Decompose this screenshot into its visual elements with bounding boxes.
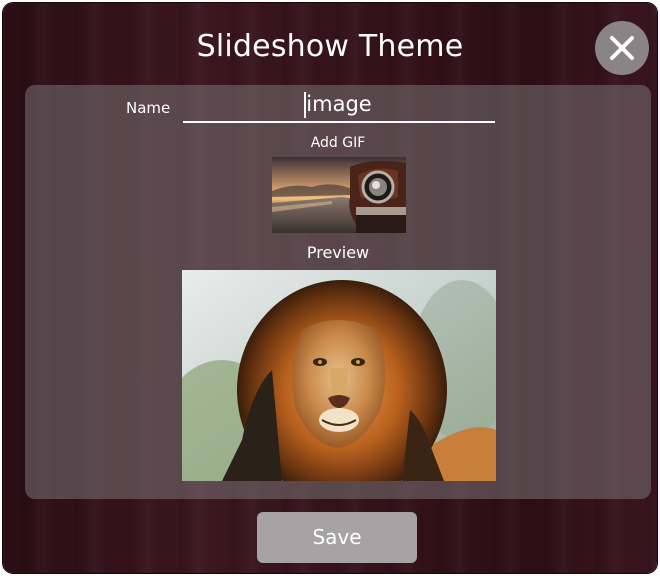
name-input[interactable] [183,89,495,119]
dialog-title: Slideshow Theme [196,29,464,64]
close-icon [610,36,634,60]
slideshow-theme-dialog: Slideshow Theme Name Add GIF [3,3,657,573]
sunset-road-car-headlight-image [272,157,406,233]
preview-image [182,270,496,481]
lion-portrait-image [182,270,496,481]
save-button[interactable]: Save [257,512,417,563]
gif-thumbnail[interactable] [272,157,406,233]
name-label: Name [126,99,171,117]
theme-panel: Name Add GIF [25,85,651,499]
preview-label: Preview [306,243,370,262]
text-caret [304,92,306,118]
add-gif-label: Add GIF [310,135,366,151]
close-button[interactable] [595,21,649,75]
name-field[interactable] [183,89,495,123]
